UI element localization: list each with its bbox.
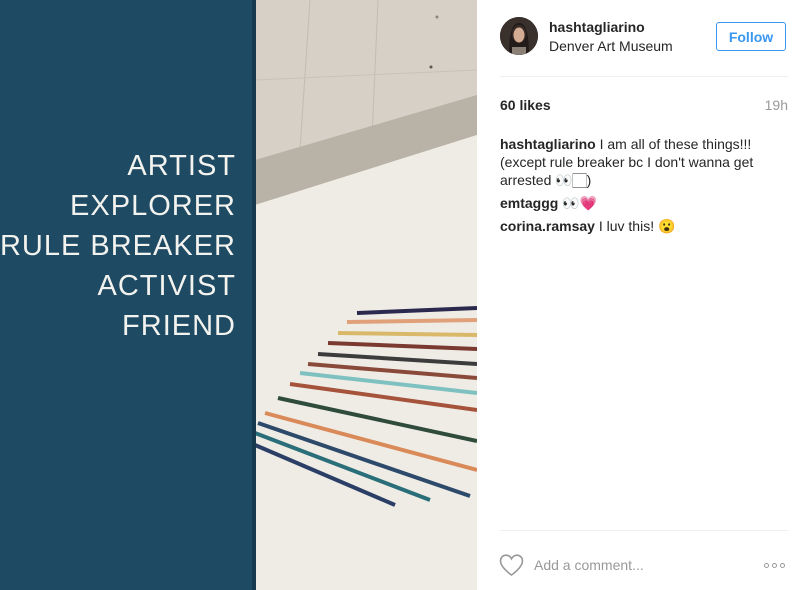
comment: corina.ramsay I luv this! 😮 <box>500 217 790 235</box>
wall-word: ACTIVIST <box>97 270 236 302</box>
comment: hashtagliarino I am all of these things!… <box>500 135 790 189</box>
comment-user[interactable]: emtaggg <box>500 195 558 211</box>
comment-user[interactable]: hashtagliarino <box>500 136 596 152</box>
post-time[interactable]: 19h <box>765 97 788 113</box>
wall-words: ARTIST EXPLORER RULE BREAKER ACTIVIST FR… <box>0 146 236 346</box>
comment-text: 👀💗 <box>558 195 598 211</box>
wall-word: ARTIST <box>127 150 236 182</box>
heart-icon[interactable] <box>499 554 524 576</box>
comments-list: hashtagliarino I am all of these things!… <box>500 135 790 240</box>
wall-word: FRIEND <box>122 310 236 342</box>
comment-text: I luv this! 😮 <box>594 218 676 234</box>
location[interactable]: Denver Art Museum <box>549 38 673 54</box>
username[interactable]: hashtagliarino <box>549 19 645 35</box>
avatar[interactable] <box>500 17 538 55</box>
header-divider <box>500 76 788 77</box>
comment-user[interactable]: corina.ramsay <box>500 218 595 234</box>
dot <box>772 562 777 568</box>
follow-button[interactable]: Follow <box>716 22 786 51</box>
more-options-icon[interactable] <box>764 560 790 570</box>
wall-word: EXPLORER <box>70 190 236 222</box>
dot <box>780 562 785 568</box>
avatar-image <box>500 17 538 55</box>
comment-input[interactable] <box>534 555 734 575</box>
comment: emtaggg 👀💗 <box>500 194 790 212</box>
post-photo: ARTIST EXPLORER RULE BREAKER ACTIVIST FR… <box>0 0 477 590</box>
post-panel: hashtagliarino Denver Art Museum Follow … <box>477 0 805 590</box>
wall-word: RULE BREAKER <box>0 230 236 262</box>
likes-count[interactable]: 60 likes <box>500 97 551 113</box>
dot <box>764 562 769 568</box>
post-header: hashtagliarino Denver Art Museum Follow <box>477 0 805 76</box>
post-footer <box>477 540 805 590</box>
footer-divider <box>500 530 788 531</box>
